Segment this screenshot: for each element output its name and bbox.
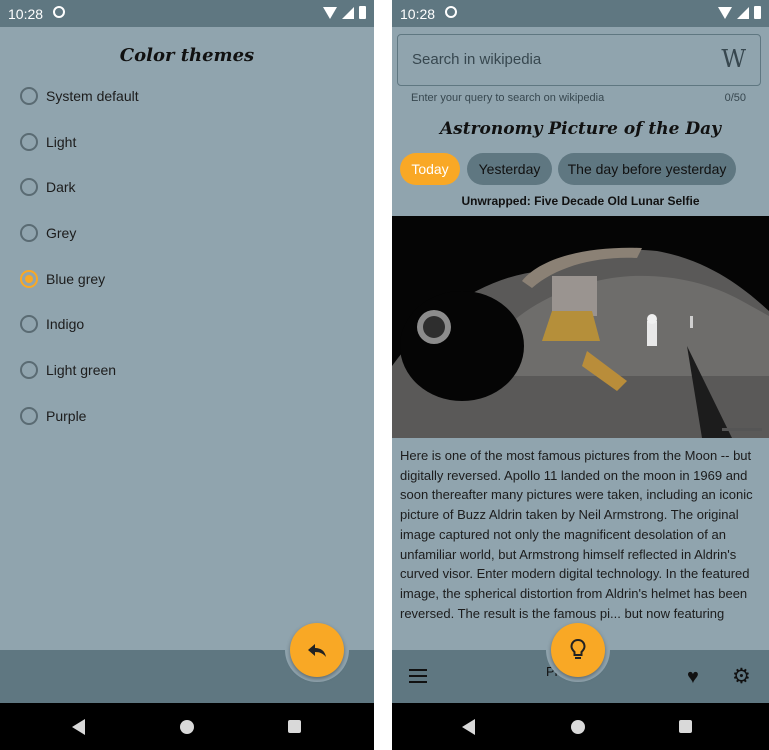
status-bar: 10:28 (392, 0, 769, 27)
sync-icon (53, 6, 65, 18)
apod-title: Astronomy Picture of the Day (439, 119, 722, 139)
page-title: Color themes (119, 45, 255, 66)
theme-option-grey[interactable]: Grey (20, 221, 76, 245)
nav-back-icon[interactable] (462, 719, 475, 735)
system-nav-bar (392, 703, 769, 750)
nav-recents-icon[interactable] (288, 720, 301, 733)
apod-picture[interactable] (392, 216, 769, 438)
battery-icon (359, 6, 366, 19)
radio-button[interactable] (20, 315, 38, 333)
lunar-panorama-image (392, 216, 769, 438)
theme-option-label: Indigo (46, 316, 85, 332)
system-nav-bar (0, 703, 374, 750)
signal-icon (737, 6, 749, 19)
wikipedia-search-field[interactable]: Search in wikipedia W (397, 34, 761, 86)
theme-option-label: Light green (46, 362, 117, 378)
theme-option-dark[interactable]: Dark (20, 175, 76, 199)
nav-home-icon[interactable] (180, 720, 194, 734)
lightbulb-fab[interactable] (551, 623, 605, 677)
theme-option-label: System default (46, 88, 139, 104)
color-themes-screen: 10:28 Color themes System default Light … (0, 0, 374, 750)
search-input[interactable]: Search in wikipedia (412, 51, 541, 68)
theme-option-light[interactable]: Light (20, 130, 76, 154)
theme-option-label: Light (46, 134, 77, 150)
lightbulb-icon (570, 639, 586, 659)
signal-icon (342, 6, 354, 19)
wikipedia-icon[interactable]: W (721, 45, 746, 73)
status-time: 10:28 (400, 6, 436, 22)
picture-title: Unwrapped: Five Decade Old Lunar Selfie (461, 194, 700, 208)
radio-button[interactable] (20, 407, 38, 425)
menu-icon[interactable] (409, 669, 427, 683)
radio-button[interactable] (20, 178, 38, 196)
wifi-icon (718, 6, 732, 19)
sync-icon (445, 6, 457, 18)
status-time: 10:28 (8, 6, 44, 22)
theme-option-label: Grey (46, 225, 77, 241)
favorite-heart-icon[interactable]: ♥ (687, 666, 699, 689)
radio-button[interactable] (20, 87, 38, 105)
theme-option-label: Blue grey (46, 271, 106, 287)
theme-option-label: Purple (46, 408, 87, 424)
theme-option-label: Dark (46, 179, 76, 195)
radio-button-checked[interactable] (20, 270, 38, 288)
theme-option-system-default[interactable]: System default (20, 84, 139, 108)
radio-button[interactable] (20, 224, 38, 242)
theme-option-light-green[interactable]: Light green (20, 358, 116, 382)
battery-icon (754, 6, 761, 19)
theme-option-blue-grey[interactable]: Blue grey (20, 267, 105, 291)
radio-button[interactable] (20, 133, 38, 151)
reply-icon (308, 644, 326, 657)
nav-back-icon[interactable] (72, 719, 85, 735)
chip-yesterday[interactable]: Yesterday (467, 153, 552, 185)
settings-gear-icon[interactable]: ⚙ (732, 664, 751, 689)
search-helper-text: Enter your query to search on wikipedia (411, 92, 605, 104)
apod-explanation: Here is one of the most famous pictures … (400, 448, 753, 621)
wifi-icon (323, 6, 337, 19)
nav-recents-icon[interactable] (679, 720, 692, 733)
apod-screen: 10:28 Search in wikipedia W Enter your q… (392, 0, 769, 750)
radio-button[interactable] (20, 361, 38, 379)
theme-option-indigo[interactable]: Indigo (20, 312, 84, 336)
search-char-counter: 0/50 (724, 92, 746, 104)
nav-home-icon[interactable] (571, 720, 585, 734)
chip-today[interactable]: Today (400, 153, 460, 185)
back-fab[interactable] (290, 623, 344, 677)
status-bar: 10:28 (0, 0, 374, 27)
chip-day-before-yesterday[interactable]: The day before yesterday (558, 153, 736, 185)
theme-option-purple[interactable]: Purple (20, 404, 86, 428)
